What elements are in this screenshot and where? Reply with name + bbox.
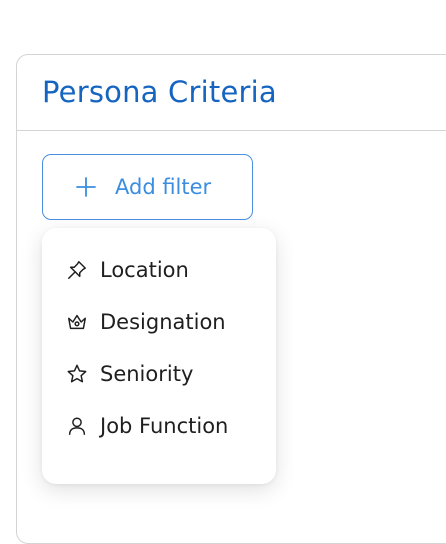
menu-item-label: Location (100, 258, 189, 282)
add-filter-button[interactable]: Add filter (42, 154, 253, 220)
panel-header: Persona Criteria (17, 55, 446, 131)
star-icon (67, 364, 87, 383)
pin-icon (68, 261, 86, 279)
menu-item-label: Seniority (100, 362, 194, 386)
crown-icon (68, 314, 86, 330)
menu-item-job-function[interactable]: Job Function (42, 400, 276, 452)
menu-item-seniority[interactable]: Seniority (42, 348, 276, 400)
menu-item-location[interactable]: Location (42, 244, 276, 296)
plus-icon (76, 177, 96, 197)
menu-item-label: Job Function (100, 414, 229, 438)
filter-dropdown-menu: Location Designation Seniority Job Funct… (42, 228, 276, 484)
add-filter-label: Add filter (115, 175, 212, 199)
menu-item-designation[interactable]: Designation (42, 296, 276, 348)
panel-title: Persona Criteria (42, 75, 277, 109)
user-icon (68, 417, 86, 435)
menu-item-label: Designation (100, 310, 226, 334)
